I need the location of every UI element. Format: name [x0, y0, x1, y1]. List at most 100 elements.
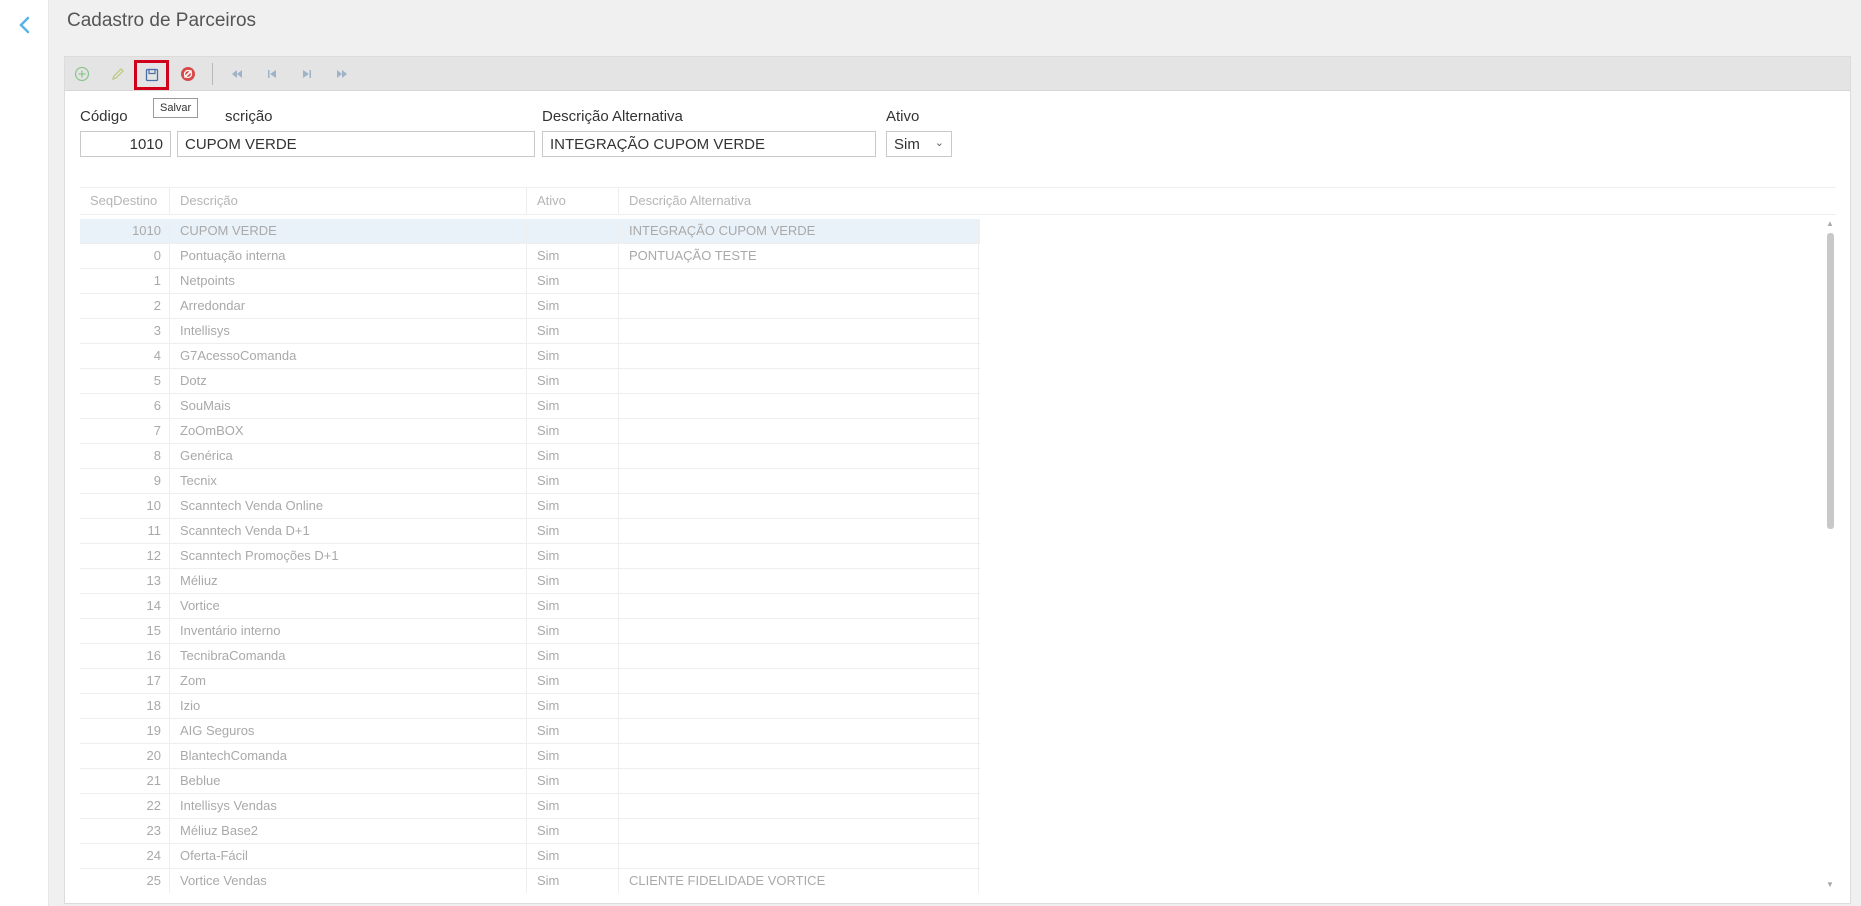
- cell-ativo: Sim: [527, 244, 619, 268]
- table-row[interactable]: 17 Zom Sim: [80, 669, 980, 694]
- cell-descricao: BlantechComanda: [170, 744, 527, 768]
- table-row[interactable]: 12 Scanntech Promoções D+1 Sim: [80, 544, 980, 569]
- next-icon[interactable]: [295, 62, 319, 86]
- edit-icon[interactable]: [106, 62, 130, 86]
- table-row[interactable]: 2 Arredondar Sim: [80, 294, 980, 319]
- header-desc-alt[interactable]: Descrição Alternativa: [619, 188, 979, 214]
- cell-descricao: ZoOmBOX: [170, 419, 527, 443]
- table-row[interactable]: 9 Tecnix Sim: [80, 469, 980, 494]
- cell-desc-alt: [619, 719, 979, 743]
- cell-ativo: Sim: [527, 844, 619, 868]
- table-row[interactable]: 16 TecnibraComanda Sim: [80, 644, 980, 669]
- save-icon: [145, 68, 158, 82]
- first-icon[interactable]: [225, 62, 249, 86]
- descricao-label: scrição: [225, 108, 273, 125]
- cancel-icon[interactable]: [176, 62, 200, 86]
- cell-seq: 5: [80, 369, 170, 393]
- cell-desc-alt: [619, 619, 979, 643]
- cell-descricao: Méliuz: [170, 569, 527, 593]
- cell-ativo: Sim: [527, 444, 619, 468]
- descricao-field[interactable]: CUPOM VERDE: [177, 131, 535, 157]
- cell-descricao: CUPOM VERDE: [170, 219, 527, 243]
- table-row[interactable]: 23 Méliuz Base2 Sim: [80, 819, 980, 844]
- cell-descricao: Dotz: [170, 369, 527, 393]
- table-row[interactable]: 1 Netpoints Sim: [80, 269, 980, 294]
- last-icon[interactable]: [330, 62, 354, 86]
- desc-alt-field[interactable]: INTEGRAÇÃO CUPOM VERDE: [542, 131, 876, 157]
- cell-desc-alt: [619, 394, 979, 418]
- cell-seq: 19: [80, 719, 170, 743]
- cell-seq: 13: [80, 569, 170, 593]
- scroll-thumb[interactable]: [1827, 233, 1834, 529]
- cell-desc-alt: [619, 844, 979, 868]
- table-row[interactable]: 20 BlantechComanda Sim: [80, 744, 980, 769]
- cell-seq: 8: [80, 444, 170, 468]
- table-row[interactable]: 22 Intellisys Vendas Sim: [80, 794, 980, 819]
- grid-header: SeqDestino Descrição Ativo Descrição Alt…: [80, 187, 1836, 215]
- cell-ativo: Sim: [527, 669, 619, 693]
- table-row[interactable]: 18 Izio Sim: [80, 694, 980, 719]
- cell-seq: 6: [80, 394, 170, 418]
- table-row[interactable]: 10 Scanntech Venda Online Sim: [80, 494, 980, 519]
- previous-icon[interactable]: [260, 62, 284, 86]
- table-row[interactable]: 24 Oferta-Fácil Sim: [80, 844, 980, 869]
- cell-ativo: Sim: [527, 519, 619, 543]
- cell-seq: 12: [80, 544, 170, 568]
- table-row[interactable]: 8 Genérica Sim: [80, 444, 980, 469]
- cell-ativo: Sim: [527, 819, 619, 843]
- save-button[interactable]: [134, 60, 169, 90]
- table-row[interactable]: 4 G7AcessoComanda Sim: [80, 344, 980, 369]
- cell-ativo: Sim: [527, 344, 619, 368]
- grid-scrollbar[interactable]: ▲ ▼: [1824, 219, 1836, 889]
- cell-ativo: Sim: [527, 569, 619, 593]
- back-arrow-icon[interactable]: [14, 14, 36, 36]
- cell-seq: 16: [80, 644, 170, 668]
- add-icon[interactable]: [70, 62, 94, 86]
- cell-ativo: [527, 219, 619, 243]
- table-row[interactable]: 21 Beblue Sim: [80, 769, 980, 794]
- cell-desc-alt: [619, 544, 979, 568]
- cell-desc-alt: [619, 569, 979, 593]
- cell-seq: 11: [80, 519, 170, 543]
- table-row[interactable]: 25 Vortice Vendas Sim CLIENTE FIDELIDADE VO…: [80, 869, 980, 893]
- cell-descricao: Tecnix: [170, 469, 527, 493]
- header-seq[interactable]: SeqDestino: [80, 188, 170, 214]
- table-row[interactable]: 6 SouMais Sim: [80, 394, 980, 419]
- table-row[interactable]: 11 Scanntech Venda D+1 Sim: [80, 519, 980, 544]
- table-row[interactable]: 5 Dotz Sim: [80, 369, 980, 394]
- table-row[interactable]: 0 Pontuação interna Sim PONTUAÇÃO TESTE: [80, 244, 980, 269]
- table-row[interactable]: 1010 CUPOM VERDE INTEGRAÇÃO CUPOM VERDE: [80, 219, 980, 244]
- cell-descricao: Vortice: [170, 594, 527, 618]
- header-ativo[interactable]: Ativo: [527, 188, 619, 214]
- cell-descricao: Scanntech Venda Online: [170, 494, 527, 518]
- header-descricao[interactable]: Descrição: [170, 188, 527, 214]
- table-row[interactable]: 19 AIG Seguros Sim: [80, 719, 980, 744]
- cell-ativo: Sim: [527, 644, 619, 668]
- cell-desc-alt: [619, 319, 979, 343]
- scroll-down-icon[interactable]: ▼: [1826, 880, 1834, 889]
- cell-ativo: Sim: [527, 294, 619, 318]
- cell-desc-alt: [619, 469, 979, 493]
- cell-ativo: Sim: [527, 594, 619, 618]
- cell-descricao: Zom: [170, 669, 527, 693]
- table-row[interactable]: 14 Vortice Sim: [80, 594, 980, 619]
- table-row[interactable]: 7 ZoOmBOX Sim: [80, 419, 980, 444]
- cell-descricao: Méliuz Base2: [170, 819, 527, 843]
- chevron-down-icon: ⌄: [934, 137, 944, 149]
- cell-descricao: TecnibraComanda: [170, 644, 527, 668]
- scroll-up-icon[interactable]: ▲: [1826, 219, 1834, 228]
- ativo-select[interactable]: Sim ⌄: [886, 131, 952, 157]
- table-row[interactable]: 3 Intellisys Sim: [80, 319, 980, 344]
- cell-descricao: Scanntech Promoções D+1: [170, 544, 527, 568]
- table-row[interactable]: 15 Inventário interno Sim: [80, 619, 980, 644]
- cell-descricao: Intellisys: [170, 319, 527, 343]
- toolbar: [65, 57, 1850, 91]
- cell-desc-alt: [619, 369, 979, 393]
- cell-seq: 1: [80, 269, 170, 293]
- cell-seq: 24: [80, 844, 170, 868]
- cell-descricao: Netpoints: [170, 269, 527, 293]
- cell-descricao: SouMais: [170, 394, 527, 418]
- codigo-field[interactable]: 1010: [80, 131, 171, 157]
- table-row[interactable]: 13 Méliuz Sim: [80, 569, 980, 594]
- cell-seq: 9: [80, 469, 170, 493]
